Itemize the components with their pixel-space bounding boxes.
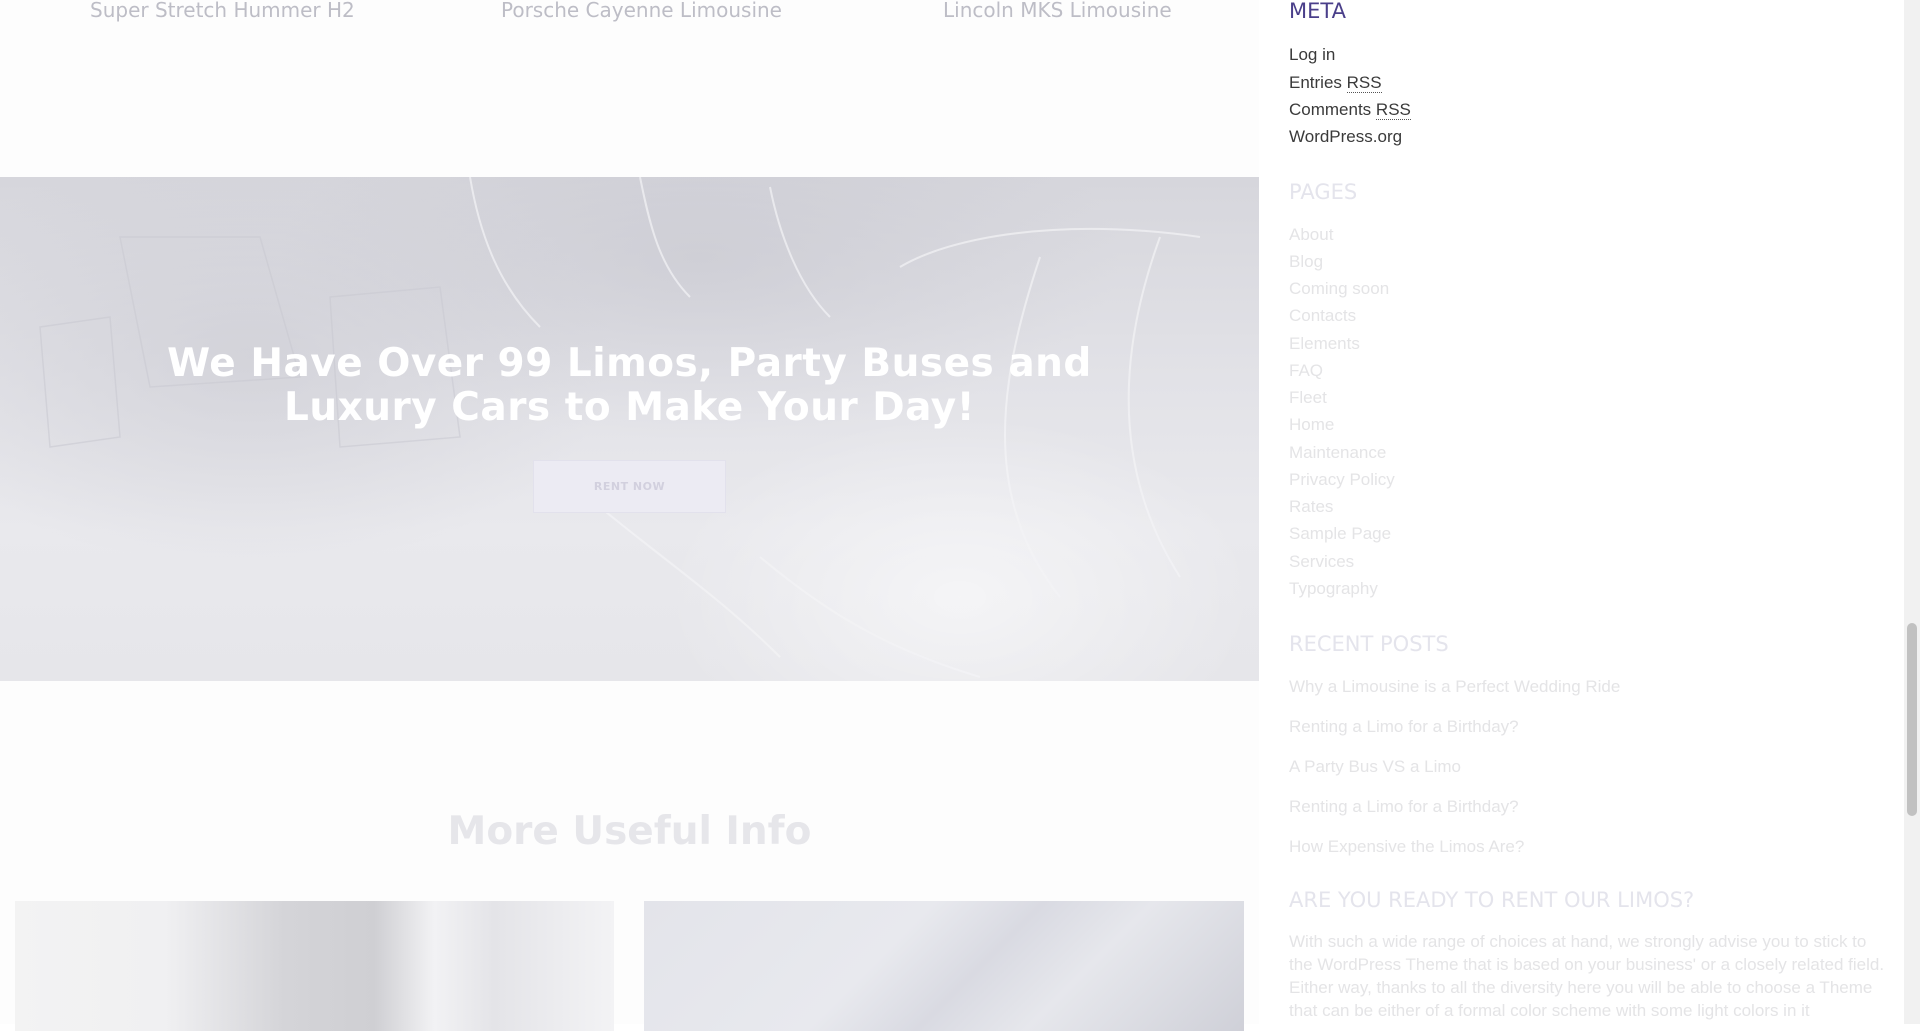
page-link-blog[interactable]: Blog: [1289, 252, 1323, 272]
comments-rss-link[interactable]: Comments RSS: [1289, 100, 1411, 120]
page-link-maintenance[interactable]: Maintenance: [1289, 443, 1386, 463]
page-link-rates[interactable]: Rates: [1289, 497, 1333, 517]
page-link-fleet[interactable]: Fleet: [1289, 388, 1327, 408]
page-link-coming-soon[interactable]: Coming soon: [1289, 279, 1389, 299]
page-link-sample-page[interactable]: Sample Page: [1289, 524, 1391, 544]
page-scrollbar[interactable]: [1904, 0, 1920, 1024]
scrollbar-thumb[interactable]: [1907, 623, 1917, 816]
banner-heading: We Have Over 99 Limos, Party Buses and L…: [0, 342, 1259, 430]
page-link-contacts[interactable]: Contacts: [1289, 306, 1356, 326]
post-thumbnail-birthday[interactable]: [644, 901, 1244, 1031]
recent-post-link[interactable]: Why a Limousine is a Perfect Wedding Rid…: [1289, 677, 1620, 697]
log-in-link[interactable]: Log in: [1289, 45, 1335, 65]
ready-widget-title: ARE YOU READY TO RENT OUR LIMOS?: [1289, 888, 1695, 912]
promo-banner: We Have Over 99 Limos, Party Buses and L…: [0, 177, 1259, 681]
banner-heading-line-1: We Have Over 99 Limos, Party Buses and: [167, 341, 1092, 386]
recent-posts-widget-title: RECENT POSTS: [1289, 632, 1449, 656]
entries-rss-abbr: RSS: [1346, 73, 1382, 93]
sidebar: META Log in Entries RSS Comments RSS Wor…: [1259, 0, 1904, 1024]
banner-heading-line-2: Luxury Cars to Make Your Day!: [283, 385, 976, 430]
fleet-item-lincoln[interactable]: Lincoln MKS Limousine: [943, 0, 1172, 22]
rent-now-button[interactable]: RENT NOW: [533, 460, 726, 513]
fleet-item-hummer[interactable]: Super Stretch Hummer H2: [90, 0, 355, 22]
wordpress-org-link[interactable]: WordPress.org: [1289, 127, 1402, 147]
recent-post-link[interactable]: How Expensive the Limos Are?: [1289, 837, 1524, 857]
entries-rss-prefix: Entries: [1289, 73, 1347, 92]
comments-rss-abbr: RSS: [1375, 100, 1411, 120]
comments-rss-prefix: Comments: [1289, 100, 1376, 119]
recent-post-link[interactable]: A Party Bus VS a Limo: [1289, 757, 1461, 777]
more-info-section: More Useful Info: [0, 681, 1259, 1031]
fleet-titles-row: Super Stretch Hummer H2 Porsche Cayenne …: [0, 0, 1259, 177]
page-link-services[interactable]: Services: [1289, 552, 1354, 572]
page-link-faq[interactable]: FAQ: [1289, 361, 1323, 381]
fleet-item-porsche[interactable]: Porsche Cayenne Limousine: [501, 0, 782, 22]
page-link-typography[interactable]: Typography: [1289, 579, 1378, 599]
page-link-about[interactable]: About: [1289, 225, 1333, 245]
pages-widget-title: PAGES: [1289, 180, 1358, 204]
page-link-elements[interactable]: Elements: [1289, 334, 1360, 354]
post-thumbnail-wedding[interactable]: [15, 901, 614, 1031]
more-info-heading: More Useful Info: [447, 809, 812, 854]
meta-widget-title: META: [1289, 0, 1346, 23]
page-link-home[interactable]: Home: [1289, 415, 1334, 435]
recent-post-link[interactable]: Renting a Limo for a Birthday?: [1289, 797, 1519, 817]
ready-widget-text: With such a wide range of choices at han…: [1289, 932, 1885, 1020]
page-link-privacy-policy[interactable]: Privacy Policy: [1289, 470, 1395, 490]
entries-rss-link[interactable]: Entries RSS: [1289, 73, 1382, 93]
recent-post-link[interactable]: Renting a Limo for a Birthday?: [1289, 717, 1519, 737]
